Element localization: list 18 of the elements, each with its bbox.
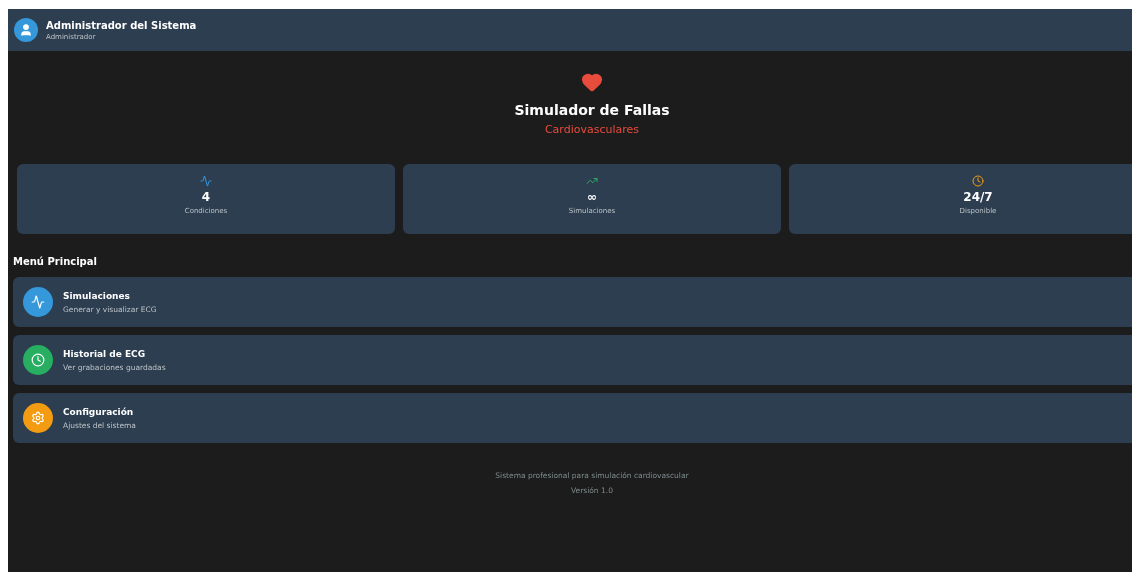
menu-item-title: Historial de ECG: [63, 348, 147, 359]
stat-value: 4: [201, 190, 211, 204]
stat-value: ∞: [587, 190, 597, 204]
app-title: Simulador de Fallas: [514, 102, 670, 118]
pulse-icon: [31, 295, 45, 309]
pulse-icon: [200, 175, 212, 187]
user-name: Administrador del Sistema: [46, 19, 197, 31]
gear-icon: [31, 411, 45, 425]
menu-item-title: Configuración: [63, 406, 135, 417]
trend-line-icon: [586, 175, 598, 187]
clock-icon: [31, 353, 45, 367]
stat-value: 24/7: [963, 190, 993, 204]
clock-icon: [972, 175, 984, 187]
menu-item-title: Simulaciones: [63, 290, 131, 301]
section-title: Menú Principal: [13, 256, 98, 267]
heart-icon: [581, 71, 603, 93]
user-avatar-icon: [14, 18, 38, 42]
app-subtitle: Cardiovasculares: [544, 123, 640, 136]
